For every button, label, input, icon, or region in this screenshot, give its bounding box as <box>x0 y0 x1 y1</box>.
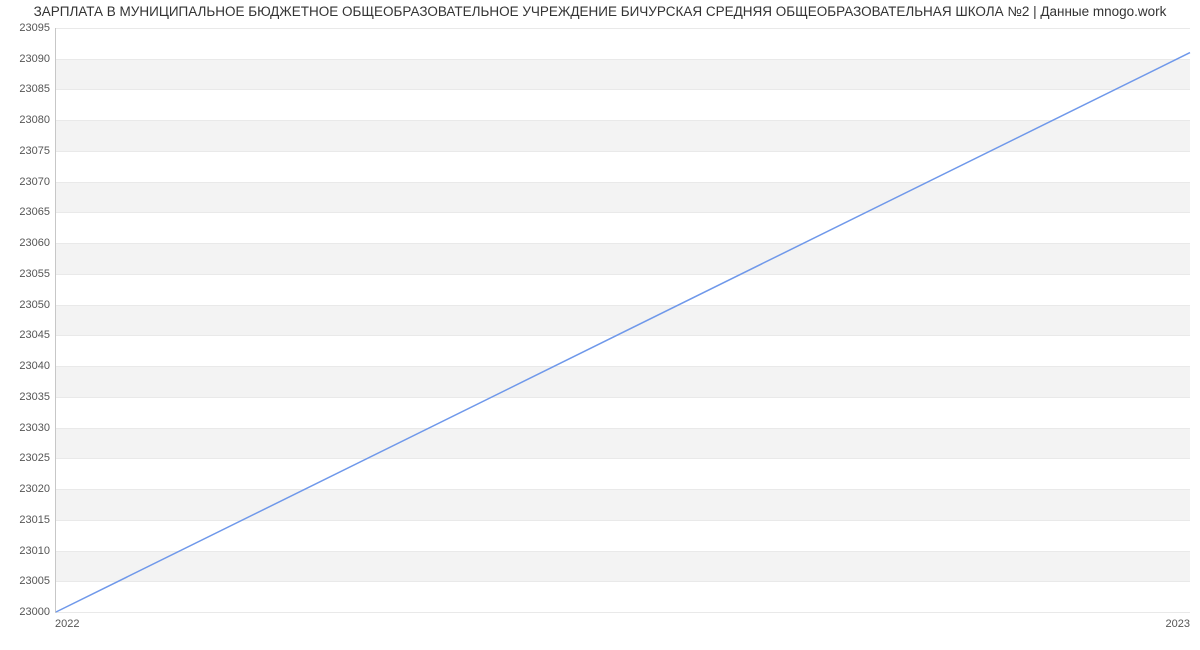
y-tick-label: 23010 <box>5 545 50 557</box>
line-series <box>56 28 1190 612</box>
x-tick-label: 2022 <box>55 618 79 630</box>
y-tick-label: 23030 <box>5 422 50 434</box>
y-tick-label: 23015 <box>5 514 50 526</box>
y-tick-label: 23080 <box>5 114 50 126</box>
y-tick-label: 23095 <box>5 22 50 34</box>
series-line <box>56 53 1190 612</box>
y-tick-label: 23085 <box>5 83 50 95</box>
y-tick-label: 23020 <box>5 483 50 495</box>
y-tick-label: 23060 <box>5 237 50 249</box>
chart-title: ЗАРПЛАТА В МУНИЦИПАЛЬНОЕ БЮДЖЕТНОЕ ОБЩЕО… <box>0 4 1200 19</box>
y-tick-label: 23000 <box>5 606 50 618</box>
y-tick-label: 23035 <box>5 391 50 403</box>
y-gridline <box>56 612 1190 613</box>
y-tick-label: 23055 <box>5 268 50 280</box>
y-tick-label: 23090 <box>5 53 50 65</box>
chart-container: ЗАРПЛАТА В МУНИЦИПАЛЬНОЕ БЮДЖЕТНОЕ ОБЩЕО… <box>0 0 1200 650</box>
x-tick-label: 2023 <box>1166 618 1190 630</box>
y-tick-label: 23005 <box>5 575 50 587</box>
plot-area <box>55 28 1190 613</box>
y-tick-label: 23040 <box>5 360 50 372</box>
y-tick-label: 23045 <box>5 329 50 341</box>
y-tick-label: 23050 <box>5 299 50 311</box>
y-tick-label: 23075 <box>5 145 50 157</box>
y-tick-label: 23025 <box>5 452 50 464</box>
y-tick-label: 23070 <box>5 176 50 188</box>
y-tick-label: 23065 <box>5 206 50 218</box>
